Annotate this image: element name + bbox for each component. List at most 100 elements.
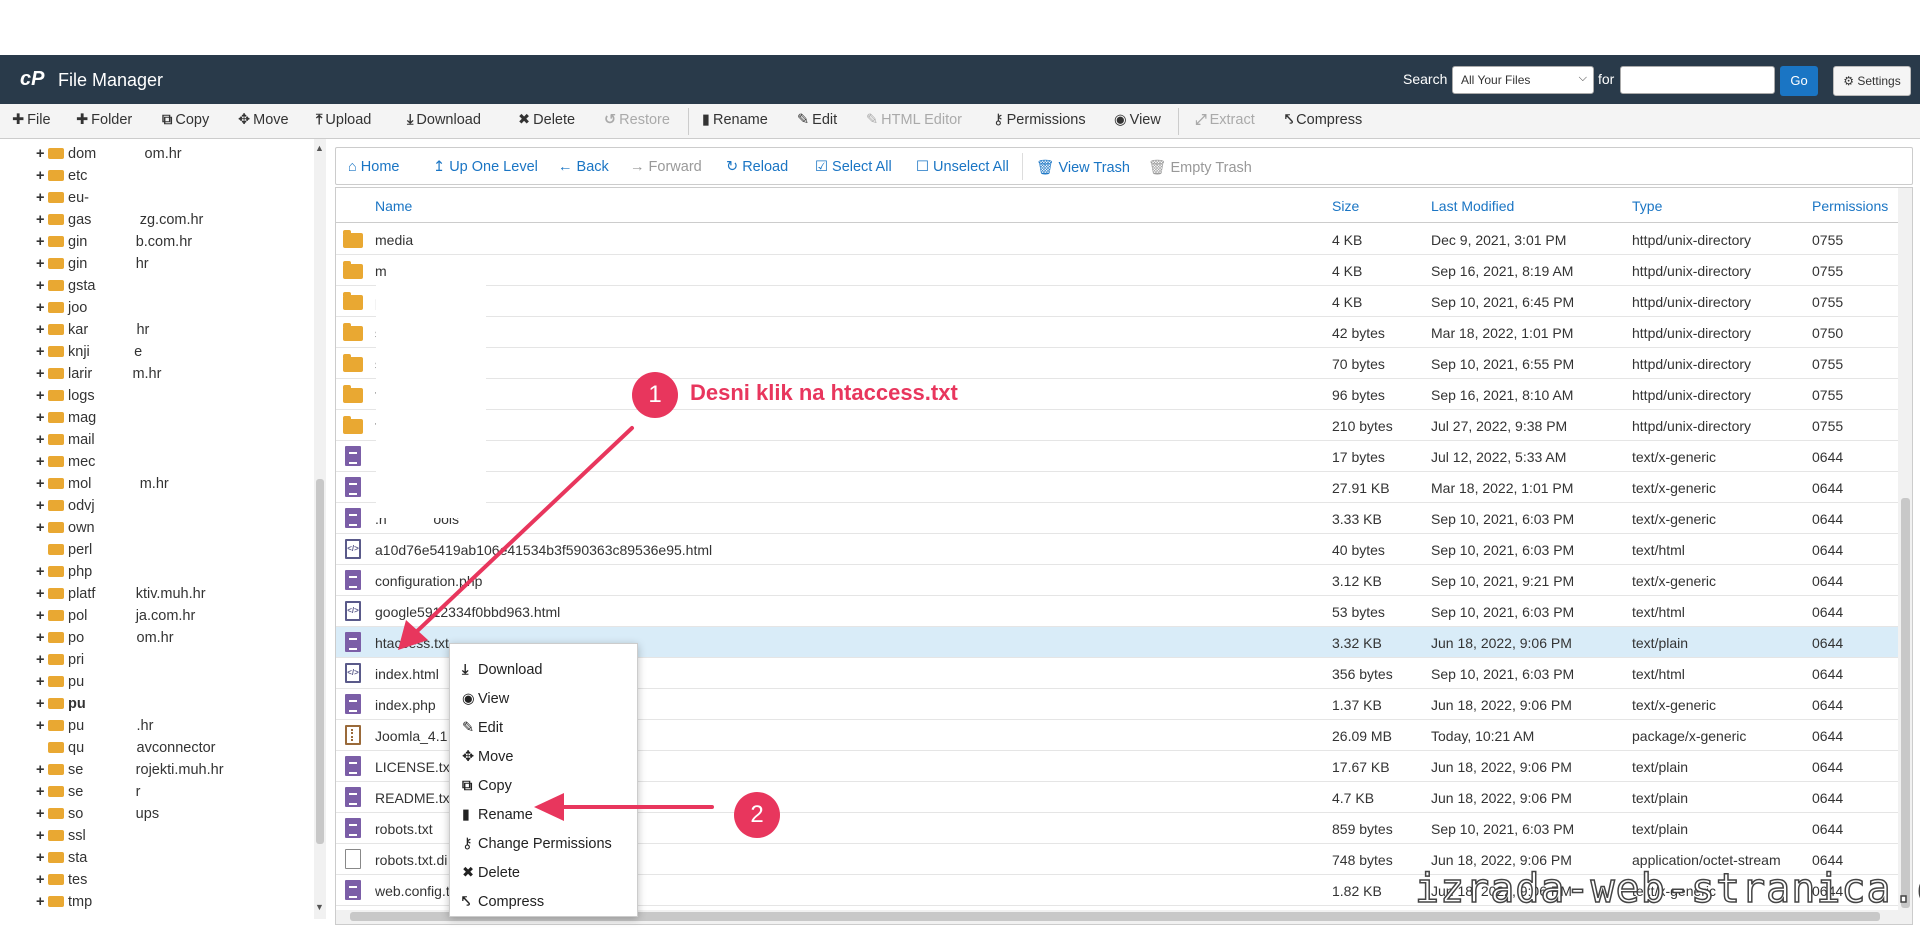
toolbar-download-button[interactable]: ⤓ Download [407, 112, 481, 128]
expand-plus-icon[interactable]: + [36, 168, 48, 184]
expand-plus-icon[interactable]: + [36, 696, 48, 712]
expand-plus-icon[interactable]: + [36, 322, 48, 338]
tree-item[interactable]: + mol m.hr [36, 476, 169, 496]
tree-item[interactable]: + mec [36, 454, 95, 474]
expand-plus-icon[interactable]: + [36, 828, 48, 844]
tree-item[interactable]: + dom om.hr [36, 146, 182, 166]
expand-plus-icon[interactable]: + [36, 366, 48, 382]
tree-item[interactable]: + logs [36, 388, 95, 408]
toolbar-move-button[interactable]: ✥ Move [238, 112, 289, 128]
expand-plus-icon[interactable]: + [36, 674, 48, 690]
expand-plus-icon[interactable]: + [36, 520, 48, 536]
tree-item[interactable]: + pol ja.com.hr [36, 608, 195, 628]
tree-item[interactable]: + platf ktiv.muh.hr [36, 586, 206, 606]
expand-plus-icon[interactable]: + [36, 476, 48, 492]
expand-plus-icon[interactable]: + [36, 410, 48, 426]
table-row[interactable]: t96 bytesSep 16, 2021, 8:10 AMhttpd/unix… [336, 379, 1898, 410]
column-header-name[interactable]: Name [375, 198, 412, 214]
toolbar-delete-button[interactable]: ✖ Delete [518, 112, 575, 128]
table-row[interactable]: t210 bytesJul 27, 2022, 9:38 PMhttpd/uni… [336, 410, 1898, 441]
forward-button[interactable]: → Forward [630, 159, 702, 175]
search-scope-select[interactable]: All Your Files ⌵ [1452, 66, 1594, 94]
table-row[interactable]: configuration.php 3.12 KB Sep 10, 2021, 9:… [336, 565, 1898, 596]
tree-item[interactable]: + se r [36, 784, 141, 804]
tree-item[interactable]: + so ups [36, 806, 159, 826]
settings-button[interactable]: ⚙ Settings [1833, 66, 1911, 96]
expand-plus-icon[interactable]: + [36, 872, 48, 888]
toolbar-folder-button[interactable]: ✚ Folder [76, 112, 132, 128]
column-header-last-modified[interactable]: Last Modified [1431, 198, 1514, 214]
expand-plus-icon[interactable]: + [36, 388, 48, 404]
expand-plus-icon[interactable]: + [36, 652, 48, 668]
view-trash-button[interactable]: 🗑 View Trash [1036, 159, 1130, 176]
sidebar-scrollbar-thumb[interactable] [316, 479, 324, 844]
tree-item[interactable]: + mail [36, 432, 95, 452]
expand-plus-icon[interactable]: + [36, 300, 48, 316]
context-menu-item-compress[interactable]: ⤣ Compress [462, 894, 544, 910]
cpanel-logo[interactable]: cP [20, 68, 44, 91]
column-header-type[interactable]: Type [1632, 198, 1662, 214]
tree-item[interactable]: + odvj [36, 498, 95, 518]
table-scrollbar-thumb[interactable] [1901, 498, 1910, 908]
go-button[interactable]: Go [1780, 66, 1818, 96]
toolbar-upload-button[interactable]: ⤒ Upload [316, 112, 371, 128]
expand-plus-icon[interactable]: + [36, 498, 48, 514]
select-all-button[interactable]: ☑ Select All [815, 159, 892, 175]
up-one-level-button[interactable]: ↥ Up One Level [433, 159, 538, 175]
tree-item[interactable]: + gas zg.com.hr [36, 212, 203, 232]
tree-item[interactable]: + se rojekti.muh.hr [36, 762, 224, 782]
tree-item[interactable]: qu avconnector [36, 740, 216, 760]
tree-item[interactable]: + gsta [36, 278, 95, 298]
reload-button[interactable]: ↻ Reload [726, 159, 788, 175]
tree-item[interactable]: perl [36, 542, 92, 562]
expand-plus-icon[interactable]: + [36, 212, 48, 228]
tree-item[interactable]: + pu [36, 696, 86, 716]
expand-plus-icon[interactable]: + [36, 586, 48, 602]
tree-item[interactable]: + etc [36, 168, 87, 188]
toolbar-edit-button[interactable]: ✎ Edit [797, 112, 837, 128]
tree-item[interactable]: + pri [36, 652, 84, 672]
expand-plus-icon[interactable]: + [36, 278, 48, 294]
expand-plus-icon[interactable]: + [36, 850, 48, 866]
table-row[interactable]: s70 bytesSep 10, 2021, 6:55 PMhttpd/unix… [336, 348, 1898, 379]
expand-plus-icon[interactable]: + [36, 432, 48, 448]
back-button[interactable]: ← Back [558, 159, 609, 175]
tree-item[interactable]: + sta [36, 850, 87, 870]
expand-plus-icon[interactable]: + [36, 894, 48, 910]
tree-item[interactable]: + gin hr [36, 256, 149, 276]
table-row[interactable]: .17 bytesJul 12, 2022, 5:33 AMtext/x-gen… [336, 441, 1898, 472]
table-row[interactable]: </> a10d76e5419ab106e41534b3f590363c89536… [336, 534, 1898, 565]
tree-item[interactable]: + ssl [36, 828, 86, 848]
expand-plus-icon[interactable]: + [36, 784, 48, 800]
toolbar-compress-button[interactable]: ⤣ Compress [1285, 112, 1362, 128]
search-input[interactable] [1620, 66, 1775, 94]
expand-plus-icon[interactable]: + [36, 146, 48, 162]
tree-item[interactable]: + own [36, 520, 95, 540]
table-row[interactable]: .h27.91 KBMar 18, 2022, 1:01 PMtext/x-ge… [336, 472, 1898, 503]
tree-item[interactable]: + tes [36, 872, 87, 892]
tree-item[interactable]: + larir m.hr [36, 366, 161, 386]
table-row[interactable]: .h ools 3.33 KB Sep 10, 2021, 6:03 PM text/… [336, 503, 1898, 534]
expand-plus-icon[interactable]: + [36, 344, 48, 360]
context-menu-item-download[interactable]: ⤓ Download [462, 662, 543, 678]
context-menu-item-view[interactable]: ◉ View [462, 691, 509, 707]
tree-item[interactable]: + php [36, 564, 92, 584]
table-row[interactable]: p4 KBSep 10, 2021, 6:45 PMhttpd/unix-dir… [336, 286, 1898, 317]
toolbar-permissions-button[interactable]: ⚷ Permissions [993, 112, 1086, 128]
empty-trash-button[interactable]: 🗑 Empty Trash [1148, 159, 1252, 176]
expand-plus-icon[interactable]: + [36, 762, 48, 778]
expand-plus-icon[interactable]: + [36, 256, 48, 272]
table-row[interactable]: </> google5912334f0bbd963.html 53 bytes Sep… [336, 596, 1898, 627]
scroll-up-icon[interactable]: ▲ [315, 143, 324, 153]
tree-item[interactable]: + mag [36, 410, 96, 430]
column-header-size[interactable]: Size [1332, 198, 1359, 214]
expand-plus-icon[interactable]: + [36, 806, 48, 822]
tree-item[interactable]: + kar hr [36, 322, 149, 342]
table-row[interactable]: m 4 KB Sep 16, 2021, 8:19 AM httpd/unix-dir… [336, 255, 1898, 286]
toolbar-file-button[interactable]: ✚ File [12, 112, 51, 128]
expand-plus-icon[interactable]: + [36, 190, 48, 206]
context-menu-item-edit[interactable]: ✎ Edit [462, 720, 503, 736]
scroll-down-icon[interactable]: ▼ [315, 902, 324, 912]
tree-item[interactable]: + knji e [36, 344, 142, 364]
expand-plus-icon[interactable]: + [36, 630, 48, 646]
